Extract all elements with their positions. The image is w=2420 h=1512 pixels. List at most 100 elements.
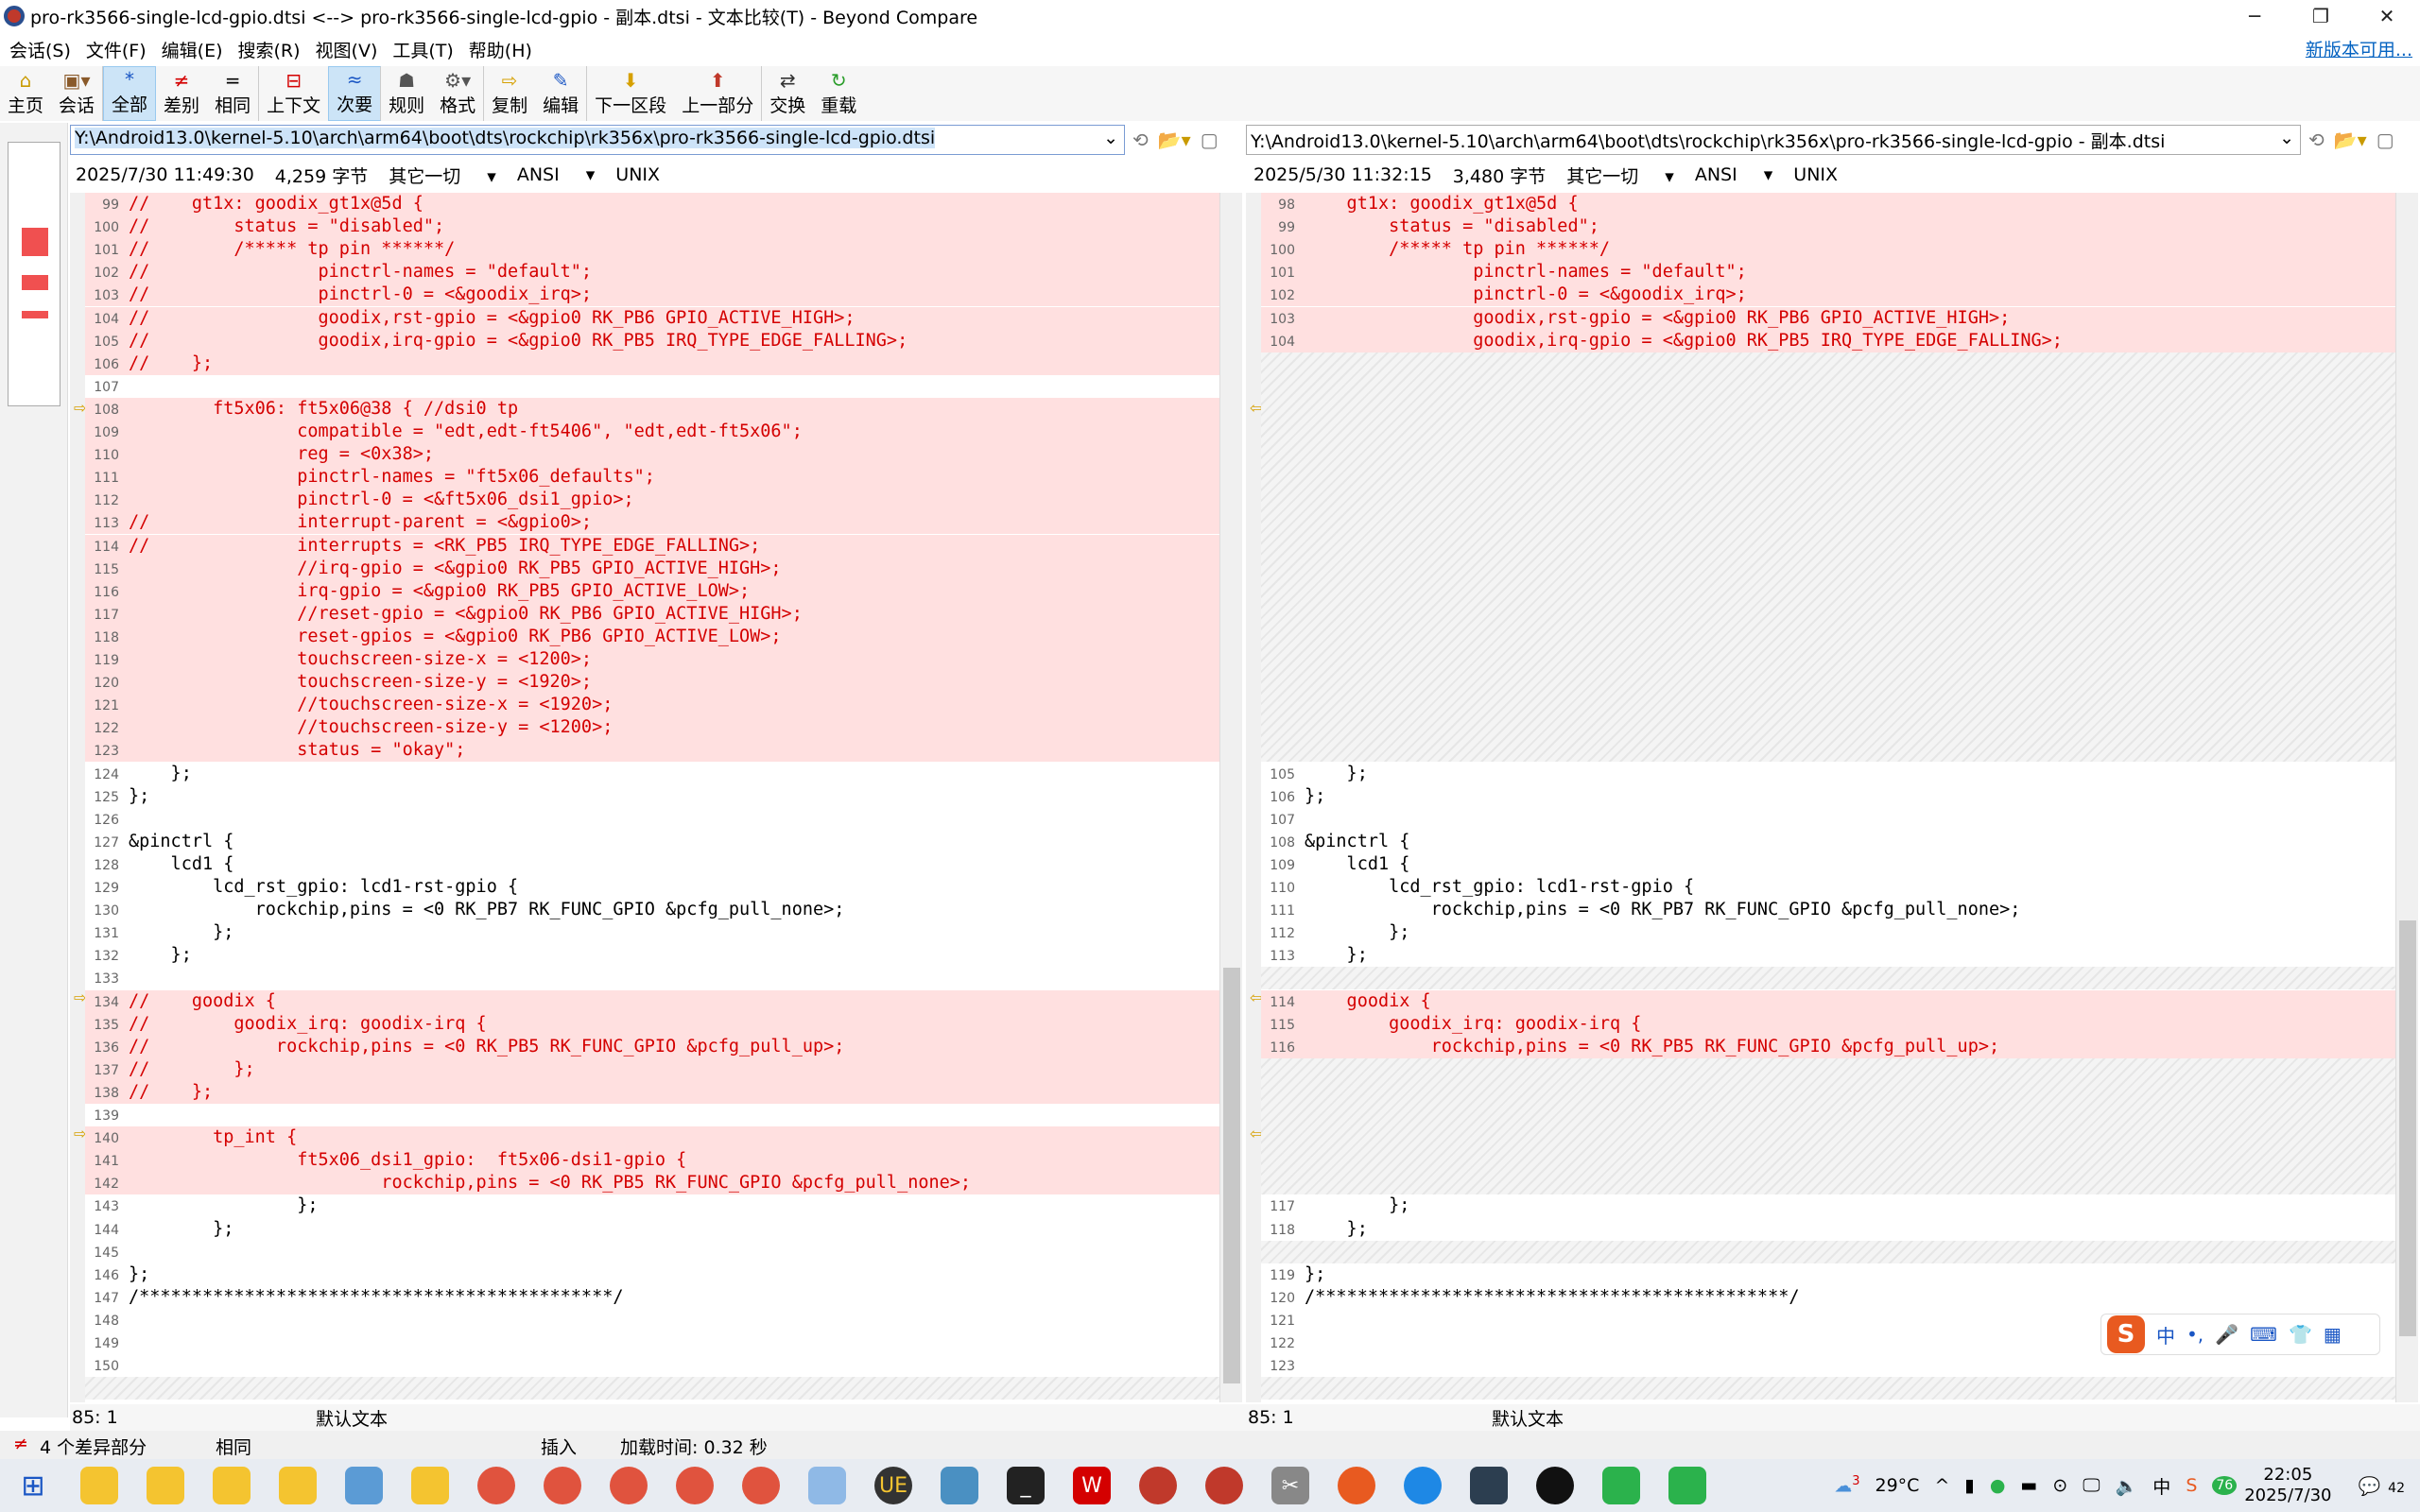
chrome-icon[interactable] xyxy=(676,1467,714,1504)
code-line[interactable]: 113 }; xyxy=(1261,944,2395,967)
ime-language[interactable]: 中 xyxy=(2156,1321,2175,1349)
code-line[interactable]: 111 pinctrl-names = "ft5x06_defaults"; xyxy=(85,466,1219,490)
code-line[interactable]: 133 xyxy=(85,967,1219,989)
code-line[interactable]: 114 goodix { xyxy=(1261,989,2395,1013)
app-icon[interactable] xyxy=(1470,1467,1508,1504)
history-icon[interactable]: ⟲ xyxy=(1132,129,1149,151)
wechat-work-icon[interactable] xyxy=(1668,1467,1706,1504)
code-line[interactable]: 138 // }; xyxy=(85,1080,1219,1104)
chevron-up-icon[interactable]: ^ xyxy=(1934,1475,1949,1496)
menu-session[interactable]: 会话(S) xyxy=(9,37,71,62)
prev-section-button[interactable]: ⬆ 上一部分 xyxy=(674,66,763,121)
code-line[interactable]: 132 }; xyxy=(85,944,1219,967)
remote-desktop-icon[interactable] xyxy=(345,1467,383,1504)
code-line[interactable]: 100 // status = "disabled"; xyxy=(85,215,1219,239)
menu-tools[interactable]: 工具(T) xyxy=(392,37,453,62)
left-encoding-select[interactable]: ANSI ▾ xyxy=(517,164,595,185)
keyboard-icon[interactable]: ⌨ xyxy=(2250,1323,2277,1346)
sogou-icon[interactable]: S xyxy=(2107,1315,2145,1353)
folder-icon[interactable] xyxy=(213,1467,251,1504)
notepad-icon[interactable] xyxy=(941,1467,978,1504)
wechat-icon[interactable] xyxy=(1602,1467,1640,1504)
wechat-tray-icon[interactable]: ● xyxy=(1990,1475,2006,1496)
skin-icon[interactable]: 👕 xyxy=(2289,1323,2312,1346)
context-button[interactable]: ⊟ 上下文 xyxy=(259,66,328,121)
menu-search[interactable]: 搜索(R) xyxy=(238,37,301,62)
save-icon[interactable]: ▢ xyxy=(2377,129,2394,151)
terminal-icon[interactable]: _ xyxy=(1007,1467,1045,1504)
tray-icon[interactable]: ▬ xyxy=(2020,1475,2037,1496)
toolbox-icon[interactable]: ▦ xyxy=(2324,1323,2342,1346)
code-line[interactable]: 116 rockchip,pins = <0 RK_PB5 RK_FUNC_GP… xyxy=(1261,1035,2395,1058)
overview-strip[interactable] xyxy=(0,123,68,1418)
code-line[interactable]: 106}; xyxy=(1261,785,2395,808)
session-button[interactable]: ▣▾ 会话 xyxy=(51,66,104,121)
code-line[interactable]: 124 }; xyxy=(85,763,1219,785)
network-icon[interactable]: 🖵 xyxy=(2083,1475,2100,1496)
tools-icon[interactable]: ✂ xyxy=(1271,1467,1309,1504)
qq-icon[interactable] xyxy=(1536,1467,1574,1504)
new-version-link[interactable]: 新版本可用... xyxy=(2306,36,2412,61)
tray-icon[interactable]: ⊙ xyxy=(2052,1475,2067,1496)
code-line[interactable]: 131 }; xyxy=(85,921,1219,944)
folder-icon[interactable] xyxy=(411,1467,449,1504)
weather-temp[interactable]: 29°C xyxy=(1875,1475,1919,1496)
code-line[interactable]: 101 // /***** tp pin ******/ xyxy=(85,238,1219,262)
code-line[interactable]: 123 status = "okay"; xyxy=(85,739,1219,763)
code-line[interactable]: 112 }; xyxy=(1261,921,2395,944)
tray-icon[interactable]: ▮ xyxy=(1964,1475,1974,1496)
code-line[interactable]: 144 }; xyxy=(85,1218,1219,1241)
rules-button[interactable]: ☗ 规则 xyxy=(381,66,432,121)
overview-thumbnail[interactable] xyxy=(8,142,60,406)
folder-icon[interactable] xyxy=(147,1467,184,1504)
all-button[interactable]: * 全部 xyxy=(103,66,157,121)
code-line[interactable]: 134 // goodix { xyxy=(85,989,1219,1013)
code-line[interactable]: 99 status = "disabled"; xyxy=(1261,215,2395,239)
code-line[interactable]: 119}; xyxy=(1261,1263,2395,1286)
weather-icon[interactable]: ☁3 xyxy=(1834,1474,1859,1496)
code-line[interactable]: 127 &pinctrl { xyxy=(85,831,1219,853)
code-line[interactable]: 99 // gt1x: goodix_gt1x@5d { xyxy=(85,193,1219,215)
paint-icon[interactable] xyxy=(808,1467,846,1504)
code-line[interactable]: 128 lcd1 { xyxy=(85,853,1219,876)
code-line[interactable]: 147 /************************************… xyxy=(85,1286,1219,1309)
notification-icon[interactable]: 💬 42 xyxy=(2359,1475,2413,1497)
menu-view[interactable]: 视图(V) xyxy=(316,37,378,62)
code-line[interactable]: 102 pinctrl-0 = <&goodix_irq>; xyxy=(1261,284,2395,307)
reload-button[interactable]: ↻ 重载 xyxy=(813,66,864,121)
scroll-thumb[interactable] xyxy=(1223,968,1240,1383)
code-line[interactable]: 103 // pinctrl-0 = <&goodix_irq>; xyxy=(85,284,1219,307)
microphone-icon[interactable]: 🎤 xyxy=(2215,1323,2238,1346)
menu-edit[interactable]: 编辑(E) xyxy=(162,37,223,62)
restore-button[interactable]: ❐ xyxy=(2288,0,2354,32)
code-line[interactable]: 101 pinctrl-names = "default"; xyxy=(1261,261,2395,284)
code-line[interactable]: 129 lcd_rst_gpio: lcd1-rst-gpio { xyxy=(85,876,1219,899)
code-line[interactable]: 126 xyxy=(85,808,1219,831)
minimize-button[interactable]: ─ xyxy=(2221,0,2288,32)
code-line[interactable]: 146}; xyxy=(85,1263,1219,1286)
save-icon[interactable]: ▢ xyxy=(1201,129,1219,151)
edit-button[interactable]: ✎ 编辑 xyxy=(535,66,588,121)
next-section-button[interactable]: ⬇ 下一区段 xyxy=(587,66,674,121)
code-line[interactable]: 107 xyxy=(85,375,1219,398)
chrome-icon[interactable] xyxy=(477,1467,515,1504)
code-line[interactable]: 137 // }; xyxy=(85,1057,1219,1081)
code-line[interactable]: 145 xyxy=(85,1241,1219,1263)
code-line[interactable]: 104 // goodix,rst-gpio = <&gpio0 RK_PB6 G… xyxy=(85,306,1219,330)
diff-button[interactable]: ≠ 差别 xyxy=(156,66,207,121)
code-line[interactable]: 130 rockchip,pins = <0 RK_PB7 RK_FUNC_GP… xyxy=(85,899,1219,921)
punctuation-icon[interactable]: •, xyxy=(2187,1323,2204,1346)
code-line[interactable]: 117 //reset-gpio = <&gpio0 RK_PB6 GPIO_A… xyxy=(85,602,1219,626)
chrome-icon[interactable] xyxy=(742,1467,780,1504)
code-line[interactable]: 136 // rockchip,pins = <0 RK_PB5 RK_FUNC_… xyxy=(85,1035,1219,1058)
code-line[interactable]: 142 rockchip,pins = <0 RK_PB5 RK_FUNC_GP… xyxy=(85,1172,1219,1195)
code-line[interactable]: 104 goodix,irq-gpio = <&gpio0 RK_PB5 IRQ… xyxy=(1261,329,2395,352)
code-line[interactable]: 118 reset-gpios = <&gpio0 RK_PB6 GPIO_AC… xyxy=(85,625,1219,648)
code-line[interactable]: 108 &pinctrl { xyxy=(1261,831,2395,853)
left-path-input[interactable]: Y:\Android13.0\kernel-5.10\arch\arm64\bo… xyxy=(70,125,1125,155)
code-line[interactable]: 115 goodix_irq: goodix-irq { xyxy=(1261,1012,2395,1036)
code-line[interactable]: 109 compatible = "edt,edt-ft5406", "edt,… xyxy=(85,421,1219,443)
code-line[interactable]: 100 /***** tp pin ******/ xyxy=(1261,238,2395,262)
code-line[interactable]: 110 lcd_rst_gpio: lcd1-rst-gpio { xyxy=(1261,876,2395,899)
code-line[interactable]: 125}; xyxy=(85,785,1219,808)
